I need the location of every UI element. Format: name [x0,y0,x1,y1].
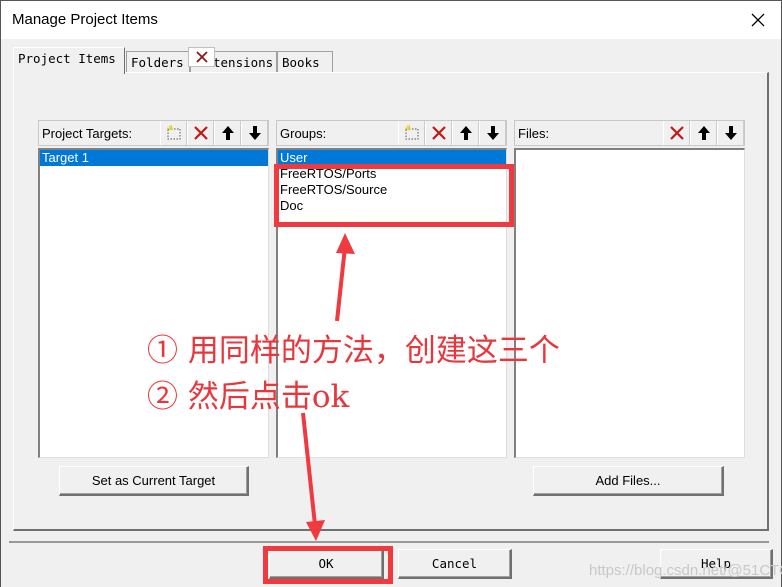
move-up-group-button[interactable] [452,121,479,145]
move-up-file-button[interactable] [690,121,717,145]
set-current-target-button[interactable]: Set as Current Target [59,466,249,496]
tab-project-items[interactable]: Project Items [13,47,125,74]
tab-folders[interactable]: Folders [126,51,190,73]
tab-close-button[interactable] [188,47,215,67]
move-down-file-button[interactable] [717,121,744,145]
window-title: Manage Project Items [12,11,158,28]
groups-highlight-box [274,164,514,227]
new-icon [166,125,180,140]
files-group: Files: [514,120,745,460]
close-icon [751,13,765,27]
files-list[interactable] [514,148,745,458]
ok-highlight-box [263,546,393,584]
cancel-button[interactable]: Cancel [398,549,512,579]
move-down-icon [724,126,737,140]
title-bar: Manage Project Items [1,1,781,39]
add-files-button[interactable]: Add Files... [533,466,724,496]
targets-header: Project Targets: [38,120,269,146]
new-group-button[interactable] [398,121,425,145]
delete-icon [193,126,208,140]
move-down-icon [486,126,499,140]
close-button[interactable] [735,1,781,39]
annotation-step-1: ① 用同样的方法，创建这三个 [147,333,560,369]
list-item[interactable]: Target 1 [40,150,268,166]
targets-label: Project Targets: [42,125,133,141]
groups-label: Groups: [280,125,327,141]
move-up-icon [221,126,234,140]
move-down-target-button[interactable] [241,121,268,145]
separator [9,541,769,543]
delete-target-button[interactable] [187,121,214,145]
annotation-step-2: ② 然后点击ok [147,379,350,415]
watermark: https://blog.csdn.net/@51CTO博客 [589,562,782,579]
groups-header: Groups: [276,120,507,146]
new-target-button[interactable] [160,121,187,145]
files-header: Files: [514,120,745,146]
delete-icon [669,126,684,140]
move-down-icon [248,126,261,140]
delete-file-button[interactable] [663,121,690,145]
new-icon [404,125,418,140]
files-label: Files: [518,125,550,141]
move-up-target-button[interactable] [214,121,241,145]
tab-books[interactable]: Books [277,51,333,73]
move-up-icon [697,126,710,140]
close-icon [195,51,208,63]
delete-group-button[interactable] [425,121,452,145]
dialog-window: Manage Project Items Project Items Folde… [0,0,782,587]
delete-icon [431,126,446,140]
move-down-group-button[interactable] [479,121,506,145]
move-up-icon [459,126,472,140]
